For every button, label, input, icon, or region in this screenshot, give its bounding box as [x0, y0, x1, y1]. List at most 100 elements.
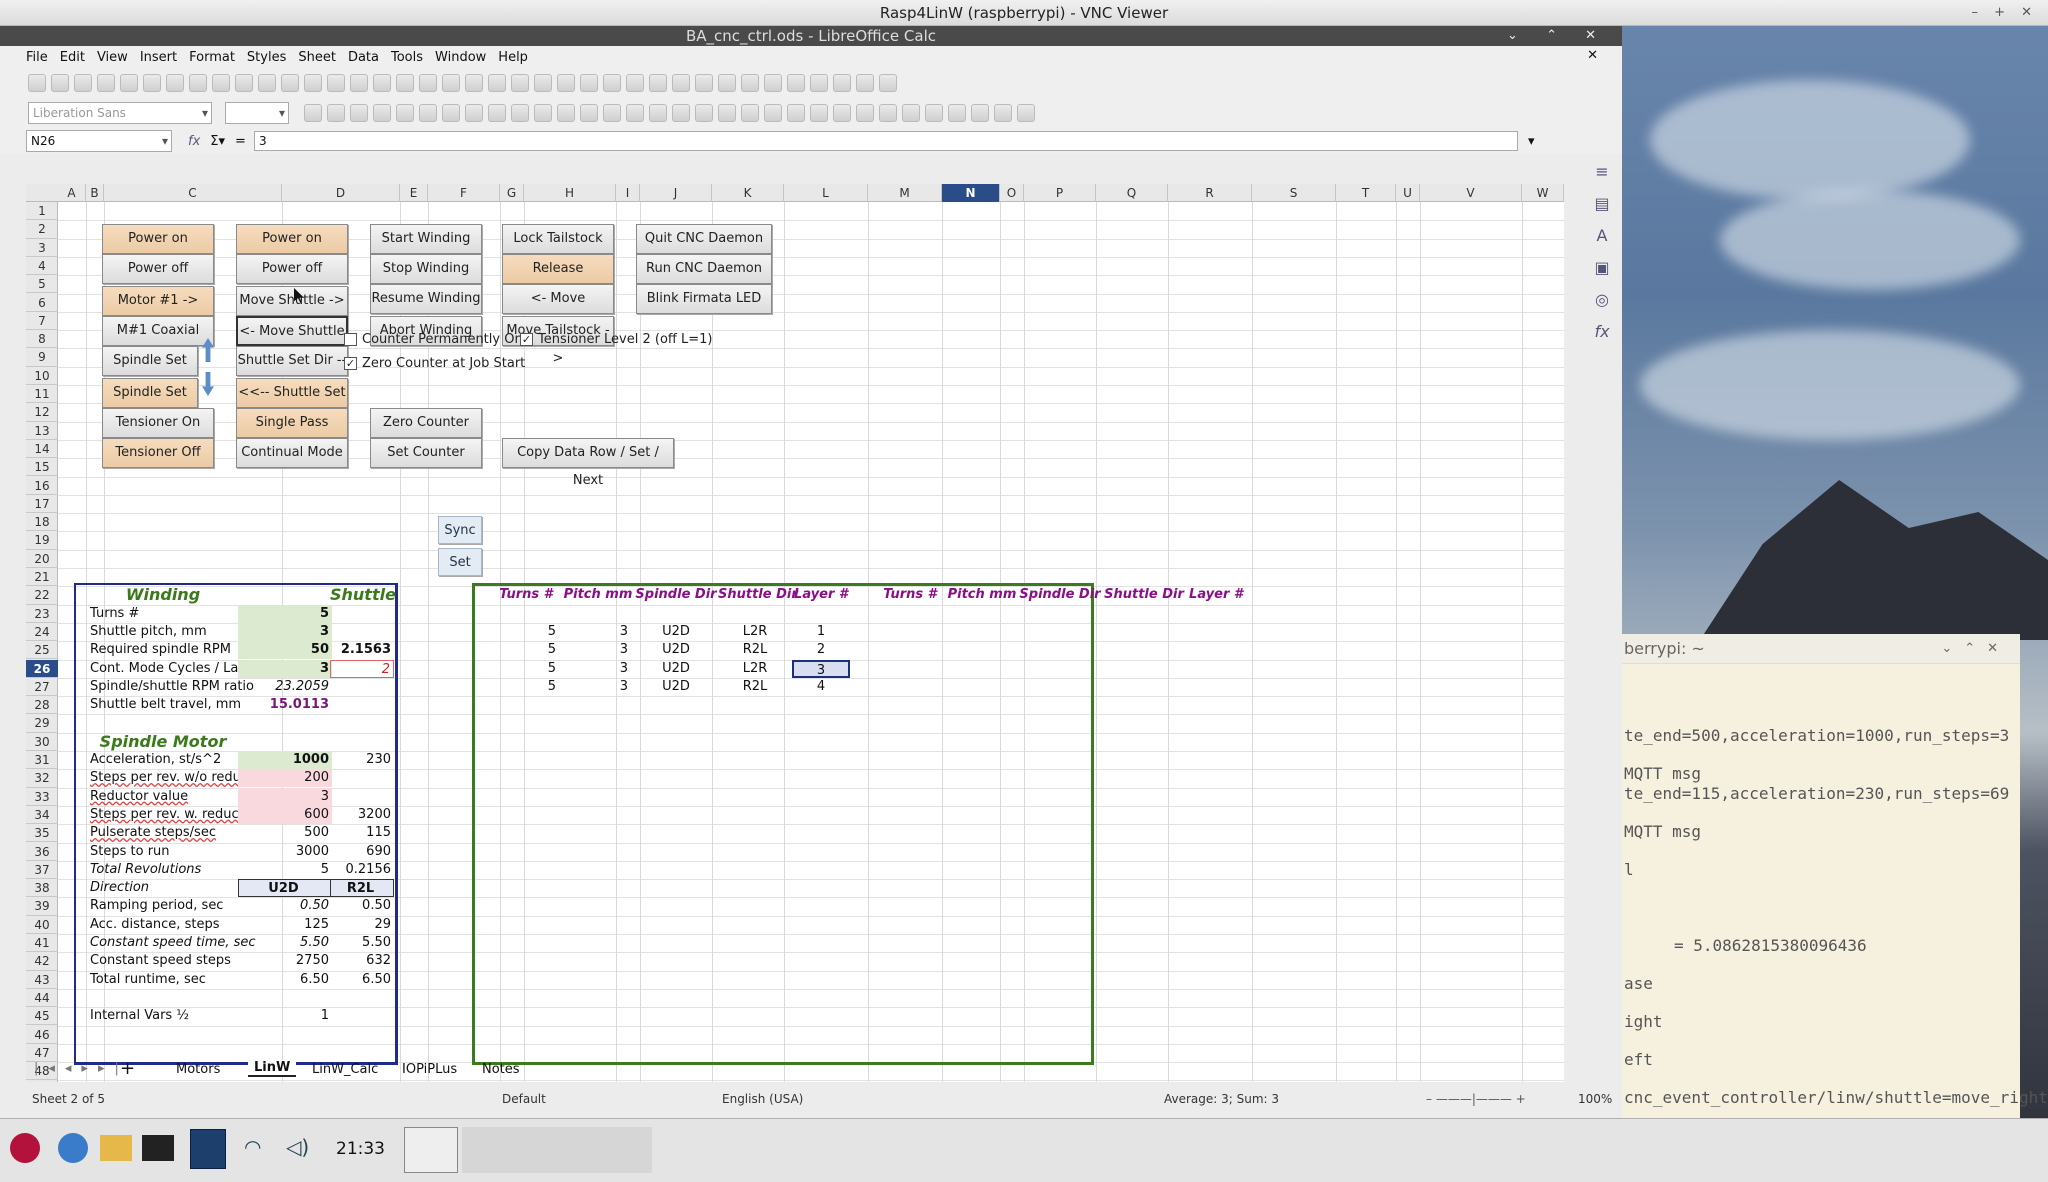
row-header[interactable]: 4	[26, 257, 58, 276]
blink-led-button[interactable]: Blink Firmata LED	[636, 284, 772, 314]
layer-cell[interactable]: U2D	[634, 660, 718, 678]
row-header[interactable]: 17	[26, 495, 58, 514]
toolbar-button-icon[interactable]	[557, 74, 575, 92]
format-button-icon[interactable]	[304, 104, 322, 122]
layer-cell[interactable]: R2L	[718, 678, 792, 696]
row-header[interactable]: 28	[26, 696, 58, 715]
toolbar-button-icon[interactable]	[764, 74, 782, 92]
volume-icon[interactable]: ◁)	[286, 1135, 309, 1159]
spindle-dir-up-button[interactable]: Spindle Set Dir	[102, 346, 198, 396]
format-button-icon[interactable]	[1017, 104, 1035, 122]
column-header[interactable]: J	[640, 184, 712, 202]
sidebar-menu-icon[interactable]: ≡	[1584, 156, 1620, 188]
format-button-icon[interactable]	[511, 104, 529, 122]
sum-icon[interactable]: Σ▾	[210, 134, 225, 149]
layer-cell[interactable]: 3	[562, 678, 634, 696]
layer-cell[interactable]: R2L	[718, 641, 792, 659]
row-header[interactable]: 33	[26, 788, 58, 806]
toolbar-button-icon[interactable]	[534, 74, 552, 92]
column-header[interactable]: P	[1024, 184, 1096, 202]
copy-data-row-button[interactable]: Copy Data Row / Set / Next	[502, 438, 674, 488]
sheet-tab[interactable]: Notes	[482, 1062, 520, 1077]
row-header[interactable]: 14	[26, 440, 58, 459]
equals-icon[interactable]: =	[235, 134, 246, 149]
set-button[interactable]: Set	[438, 548, 482, 576]
lock-tailstock-button[interactable]: Lock Tailstock	[502, 224, 614, 254]
power-on-spindle-button[interactable]: Power on Spindle	[102, 224, 214, 274]
sync-button[interactable]: Sync	[438, 516, 482, 544]
properties-icon[interactable]: ▤	[1584, 188, 1620, 220]
menu-help[interactable]: Help	[498, 50, 528, 65]
row-header[interactable]: 6	[26, 294, 58, 312]
row-header[interactable]: 23	[26, 605, 58, 623]
toolbar-button-icon[interactable]	[74, 74, 92, 92]
spreadsheet-grid[interactable]: ABCDEFGHIJKLMNOPQRSTUVW 1 2 3 4 5 6 7 8 9 10 11 12 1…	[26, 184, 1564, 1082]
layer-cell[interactable]: 5	[490, 623, 562, 641]
format-button-icon[interactable]	[672, 104, 690, 122]
checkbox-option[interactable]: ✓ Tensioner Level 2 (off L=1)	[520, 332, 712, 347]
sheet-tab[interactable]: IOPiPLus	[402, 1062, 457, 1077]
row-header[interactable]: 20	[26, 550, 58, 568]
wifi-icon[interactable]: ◠	[244, 1135, 261, 1159]
column-header[interactable]: V	[1420, 184, 1522, 202]
row-header[interactable]: 26	[26, 659, 58, 678]
format-button-icon[interactable]	[396, 104, 414, 122]
terminal-icon[interactable]	[142, 1135, 174, 1161]
row-header[interactable]: 38	[26, 879, 58, 898]
row-header[interactable]: 21	[26, 568, 58, 587]
tensioner-off-button[interactable]: Tensioner Off	[102, 438, 214, 468]
format-button-icon[interactable]	[419, 104, 437, 122]
menu-window[interactable]: Window	[435, 50, 486, 65]
format-button-icon[interactable]	[833, 104, 851, 122]
vnc-icon[interactable]	[190, 1129, 226, 1169]
styles-icon[interactable]: A	[1584, 220, 1620, 252]
format-button-icon[interactable]	[465, 104, 483, 122]
layer-cell[interactable]: 3	[562, 660, 634, 678]
close-document-icon[interactable]: ✕	[1587, 48, 1598, 63]
toolbar-button-icon[interactable]	[396, 74, 414, 92]
toolbar-button-icon[interactable]	[419, 74, 437, 92]
row-header[interactable]: 41	[26, 934, 58, 953]
column-header[interactable]: K	[712, 184, 784, 202]
row-header[interactable]: 3	[26, 239, 58, 257]
row-header[interactable]: 2	[26, 220, 58, 239]
row-header[interactable]: 44	[26, 989, 58, 1008]
column-header[interactable]: R	[1168, 184, 1252, 202]
layer-cell[interactable]: 5	[490, 660, 562, 678]
shuttle-dir-right-button[interactable]: Shuttle Set Dir -->>	[236, 346, 348, 396]
toolbar-button-icon[interactable]	[626, 74, 644, 92]
toolbar-button-icon[interactable]	[97, 74, 115, 92]
format-button-icon[interactable]	[557, 104, 575, 122]
move-shuttle-left-button[interactable]: <- Move Shuttle	[236, 316, 348, 346]
shuttle-dir-left-button[interactable]: <<-- Shuttle Set Dir	[236, 378, 348, 428]
expand-formula-icon[interactable]: ▾	[1528, 134, 1535, 149]
row-header[interactable]: 37	[26, 861, 58, 880]
format-button-icon[interactable]	[787, 104, 805, 122]
menu-file[interactable]: File	[26, 50, 48, 65]
row-header[interactable]: 12	[26, 403, 58, 422]
spindle-dir-down-button[interactable]: Spindle Set Dir	[102, 378, 198, 428]
row-header[interactable]: 29	[26, 714, 58, 733]
motor1-spindle-button[interactable]: Motor #1 -> Spindle	[102, 286, 214, 336]
format-button-icon[interactable]	[856, 104, 874, 122]
format-button-icon[interactable]	[810, 104, 828, 122]
tab-nav-arrows[interactable]: |◂◂▸▸|	[34, 1061, 129, 1076]
column-header[interactable]: I	[616, 184, 640, 202]
row-header[interactable]: 13	[26, 422, 58, 440]
row-header[interactable]: 5	[26, 275, 58, 294]
format-button-icon[interactable]	[764, 104, 782, 122]
toolbar-button-icon[interactable]	[856, 74, 874, 92]
format-button-icon[interactable]	[626, 104, 644, 122]
row-header[interactable]: 40	[26, 916, 58, 934]
vnc-window-controls[interactable]: – + ✕	[1971, 0, 2038, 26]
sheet-tab[interactable]: Motors	[176, 1062, 220, 1077]
row-header[interactable]: 36	[26, 843, 58, 861]
layer-cell[interactable]: U2D	[634, 641, 718, 659]
toolbar-button-icon[interactable]	[718, 74, 736, 92]
checkbox-icon[interactable]: ✓	[344, 357, 357, 370]
m1-coaxial-button[interactable]: M#1 Coaxial Bobbin	[102, 316, 214, 366]
menu-edit[interactable]: Edit	[60, 50, 85, 65]
row-header[interactable]: 34	[26, 806, 58, 825]
row-header[interactable]: 1	[26, 202, 58, 221]
checkbox-icon[interactable]	[344, 333, 357, 346]
